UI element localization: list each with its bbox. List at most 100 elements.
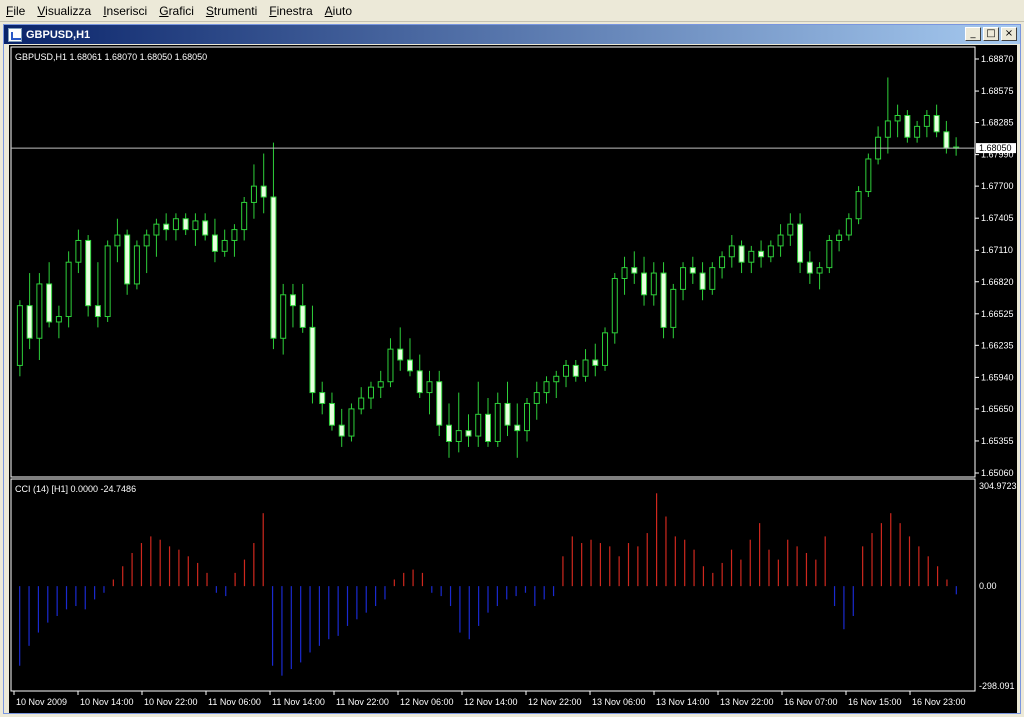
candle-body [826, 239, 833, 269]
candle-body [309, 326, 316, 394]
candle-body [787, 223, 794, 236]
candle-body [806, 261, 813, 274]
candle-body [904, 115, 911, 138]
price-tick-label: 1.67700 [981, 181, 1014, 191]
candle-body [728, 245, 735, 258]
candle-body [260, 185, 267, 198]
candle-body [602, 332, 609, 366]
candle-body [133, 245, 140, 285]
candle-body [884, 120, 891, 138]
candle-body [485, 413, 491, 442]
cci-panel-frame [10, 478, 976, 692]
candle-body [426, 381, 433, 394]
candle-body [358, 397, 365, 410]
candle-body [114, 234, 121, 247]
price-tick-label: 1.65060 [981, 468, 1014, 478]
candle-body [192, 220, 199, 231]
candle-body [338, 424, 345, 437]
price-panel-header: GBPUSD,H1 1.68061 1.68070 1.68050 1.6805… [15, 52, 207, 62]
candle-body [611, 277, 618, 334]
candle-body [104, 245, 111, 318]
candle-body [153, 223, 160, 236]
candle-body [660, 272, 667, 328]
candle-body [377, 381, 384, 388]
price-tick-label: 1.68575 [981, 86, 1014, 96]
candle-body [894, 115, 901, 122]
menu-file[interactable]: File [0, 0, 31, 22]
time-tick-label: 13 Nov 06:00 [592, 697, 646, 707]
candle-body [524, 402, 531, 432]
candle-body [270, 196, 277, 339]
candle-body [221, 239, 228, 252]
cci-max-label: 304.9723 [979, 481, 1017, 491]
candle-body [319, 392, 326, 404]
price-tick-label: 1.65940 [981, 372, 1014, 382]
candle-body [914, 125, 921, 138]
candle-body [748, 250, 755, 263]
chart-svg[interactable]: GBPUSD,H1 1.68061 1.68070 1.68050 1.6805… [9, 45, 1017, 713]
time-tick-label: 10 Nov 14:00 [80, 697, 134, 707]
candle-body [767, 245, 774, 258]
candle-body [143, 234, 150, 247]
candles [16, 77, 960, 458]
chart-title-bar[interactable]: GBPUSD,H1 _ □ × [4, 25, 1020, 44]
candle-body [36, 283, 43, 339]
candle-body [865, 158, 872, 193]
candle-body [241, 201, 248, 231]
candle-body [465, 430, 472, 437]
candle-body [182, 218, 189, 231]
chart-canvas[interactable]: GBPUSD,H1 1.68061 1.68070 1.68050 1.6805… [9, 45, 1017, 713]
price-tick-label: 1.68870 [981, 54, 1014, 64]
candle-body [55, 316, 62, 323]
candle-body [124, 234, 131, 285]
candle-body [348, 408, 355, 437]
current-price-label: 1.68050 [979, 143, 1012, 153]
time-tick-label: 13 Nov 14:00 [656, 697, 710, 707]
candle-body [202, 220, 209, 236]
terminal-app: File Visualizza Inserisci Grafici Strume… [0, 0, 1024, 717]
candle-body [845, 218, 852, 236]
candle-body [836, 234, 843, 241]
time-tick-label: 16 Nov 15:00 [848, 697, 902, 707]
chart-icon [8, 27, 22, 42]
candle-body [46, 283, 53, 323]
candle-body [75, 239, 82, 263]
cci-zero-label: 0.00 [979, 581, 997, 591]
candle-body [572, 364, 579, 377]
candle-body [250, 185, 257, 203]
price-tick-label: 1.66820 [981, 277, 1014, 287]
candle-body [543, 381, 550, 394]
candle-body [328, 402, 335, 426]
candle-body [445, 424, 452, 442]
menu-tools[interactable]: Strumenti [200, 0, 263, 22]
candle-body [923, 115, 930, 127]
cci-histogram [19, 493, 957, 676]
time-tick-label: 11 Nov 22:00 [336, 697, 389, 707]
candle-body [592, 359, 599, 366]
candle-body [758, 250, 765, 258]
maximize-icon[interactable]: □ [983, 27, 999, 41]
candle-body [94, 305, 101, 318]
price-tick-label: 1.65650 [981, 404, 1014, 414]
candle-body [582, 359, 589, 377]
window-buttons: _ □ × [965, 27, 1017, 41]
time-tick-label: 13 Nov 22:00 [720, 697, 774, 707]
menu-help[interactable]: Aiuto [319, 0, 358, 22]
candle-body [943, 131, 950, 149]
menu-charts[interactable]: Grafici [153, 0, 200, 22]
candle-body [289, 294, 296, 307]
candle-body [436, 381, 443, 426]
candle-body [280, 294, 287, 339]
minimize-icon[interactable]: _ [965, 27, 981, 41]
menu-insert[interactable]: Inserisci [97, 0, 153, 22]
candle-body [211, 234, 218, 252]
candle-body [416, 370, 423, 394]
candle-body [26, 305, 33, 339]
cci-min-label: -298.091 [979, 681, 1015, 691]
close-icon[interactable]: × [1001, 27, 1017, 41]
candle-body [680, 267, 687, 290]
menu-window[interactable]: Finestra [263, 0, 318, 22]
time-axis: 10 Nov 2009 10 Nov 14:00 10 Nov 22:00 11 No… [13, 691, 966, 707]
cci-panel-header: CCI (14) [H1] 0.0000 -24.7486 [15, 484, 136, 494]
menu-view[interactable]: Visualizza [31, 0, 97, 22]
